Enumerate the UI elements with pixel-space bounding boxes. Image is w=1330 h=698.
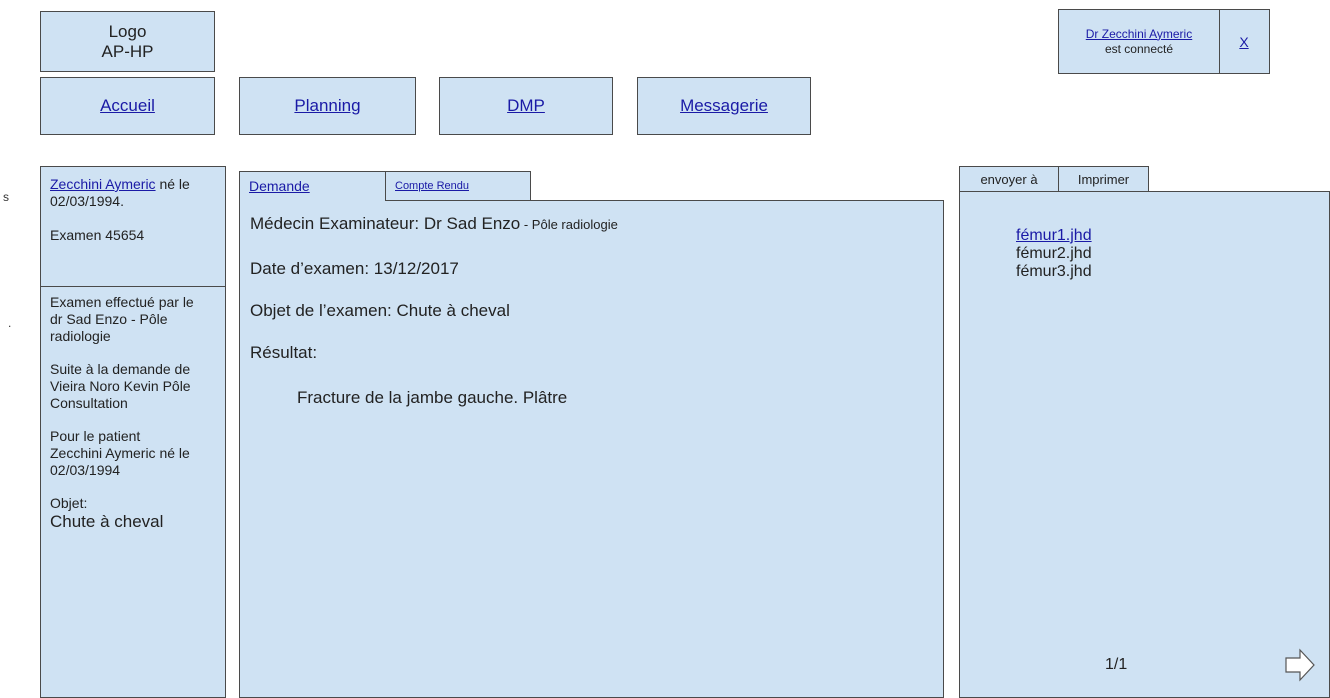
object-label: Objet: (50, 495, 88, 511)
for-patient: Pour le patient Zecchini Aymeric né le 0… (50, 428, 225, 479)
result-label: Résultat: (250, 343, 318, 362)
patient-birthdate: 02/03/1994. (50, 193, 124, 209)
examining-doctor: Médecin Examinateur: Dr Sad Enzo - Pôle … (250, 214, 618, 234)
requested-by: Suite à la demande de Vieira Noro Kevin … (50, 361, 225, 412)
doctor-label: Médecin Examinateur: Dr Sad Enzo (250, 214, 521, 233)
performed-line3: radiologie (50, 328, 111, 344)
request-line2: Vieira Noro Kevin Pôle (50, 378, 191, 394)
nav-planning-link[interactable]: Planning (294, 96, 360, 116)
files-panel: fémur1.jhd fémur2.jhd fémur3.jhd 1/1 (959, 191, 1330, 698)
send-to-label: envoyer à (980, 171, 1038, 187)
object-value: Chute à cheval (50, 512, 164, 531)
patient-box: Zecchini Aymeric né le 02/03/1994. Exame… (40, 166, 226, 287)
tab-demande[interactable]: Demande (239, 171, 386, 201)
exam-object: Objet: Chute à cheval (50, 495, 225, 532)
file-item[interactable]: fémur1.jhd (1016, 227, 1092, 245)
report-panel: Médecin Examinateur: Dr Sad Enzo - Pôle … (239, 200, 944, 698)
file-list: fémur1.jhd fémur2.jhd fémur3.jhd (1016, 227, 1092, 281)
patient-name-link[interactable]: Zecchini Aymeric (50, 176, 156, 192)
nav-messagerie[interactable]: Messagerie (637, 77, 811, 135)
right-arrow-icon[interactable] (1284, 647, 1316, 683)
tab-demande-label[interactable]: Demande (249, 178, 310, 194)
nav-accueil[interactable]: Accueil (40, 77, 215, 135)
file-item[interactable]: fémur3.jhd (1016, 263, 1092, 281)
user-status-text: est connecté (1104, 41, 1174, 56)
user-status-box: Dr Zecchini Aymeric est connecté X (1058, 9, 1270, 74)
file-item[interactable]: fémur2.jhd (1016, 245, 1092, 263)
nav-dmp[interactable]: DMP (439, 77, 613, 135)
logout-button[interactable]: X (1239, 34, 1248, 50)
performed-line1: Examen effectué par le (50, 294, 194, 310)
performed-line2: dr Sad Enzo - Pôle (50, 311, 168, 327)
exam-number: Examen 45654 (50, 227, 145, 243)
patient-line3: 02/03/1994 (50, 462, 121, 478)
page-indicator: 1/1 (1105, 656, 1128, 673)
print-button[interactable]: Imprimer (1058, 166, 1149, 192)
request-line3: Consultation (50, 395, 128, 411)
exam-object-line: Objet de l’examen: Chute à cheval (250, 301, 510, 320)
send-to-button[interactable]: envoyer à (959, 166, 1059, 192)
print-label: Imprimer (1077, 171, 1130, 187)
user-name-link[interactable]: Dr Zecchini Aymeric (1086, 27, 1192, 41)
request-line1: Suite à la demande de (50, 361, 191, 377)
logo-line1: Logo (108, 21, 147, 41)
tab-compte-rendu[interactable]: Compte Rendu (384, 171, 531, 200)
nav-planning[interactable]: Planning (239, 77, 416, 135)
nav-accueil-link[interactable]: Accueil (100, 96, 155, 116)
logo: Logo AP-HP (40, 11, 215, 72)
nav-messagerie-link[interactable]: Messagerie (680, 96, 768, 116)
exam-details-box: Examen effectué par le dr Sad Enzo - Pôl… (40, 286, 226, 698)
tab-compte-rendu-label[interactable]: Compte Rendu (395, 180, 469, 192)
result-text: Fracture de la jambe gauche. Plâtre (297, 388, 568, 407)
patient-line2: Zecchini Aymeric né le (50, 445, 190, 461)
edge-mark-s: s (3, 190, 9, 204)
nav-dmp-link[interactable]: DMP (507, 96, 545, 116)
patient-line1: Pour le patient (50, 428, 141, 444)
exam-date: Date d’examen: 13/12/2017 (250, 259, 459, 278)
logo-line2: AP-HP (101, 41, 154, 61)
edge-mark-dot: . (8, 316, 12, 330)
next-page-button[interactable] (1284, 647, 1316, 688)
patient-born-label: né le (155, 176, 190, 192)
doctor-service: - Pôle radiologie (520, 217, 618, 232)
performed-by: Examen effectué par le dr Sad Enzo - Pôl… (50, 294, 225, 345)
